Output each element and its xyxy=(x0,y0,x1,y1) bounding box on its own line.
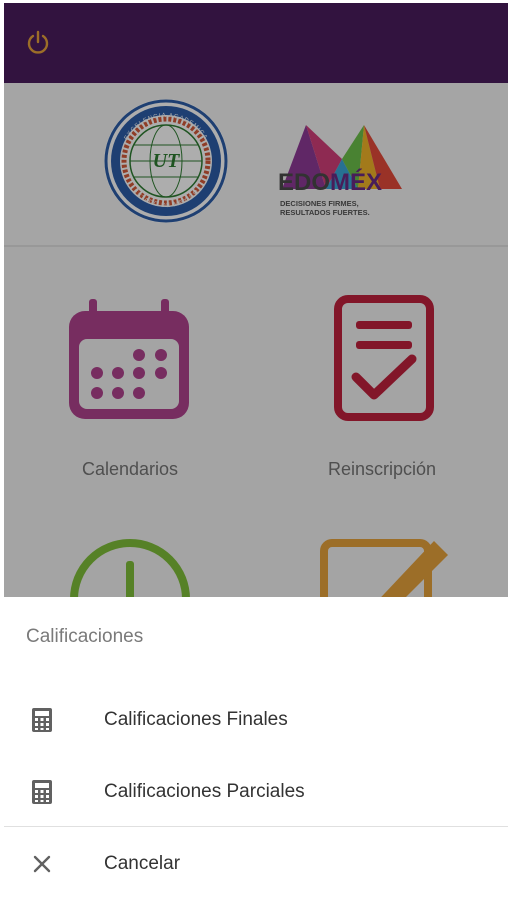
calculator-icon xyxy=(32,780,52,804)
calculator-icon xyxy=(32,708,52,732)
sheet-divider xyxy=(4,826,508,827)
cancel-button[interactable]: Cancelar xyxy=(4,831,508,897)
cancel-label: Cancelar xyxy=(104,853,181,874)
sheet-item-label: Calificaciones Finales xyxy=(104,709,288,730)
sheet-item-calificaciones-finales[interactable]: Calificaciones Finales xyxy=(4,687,508,753)
bottom-sheet: Calificaciones Calificaciones Finales Ca… xyxy=(4,597,508,899)
scrim-overlay[interactable] xyxy=(4,3,508,597)
app-screen: UT EXCELENCIA ACADEMICA ESTADO DE MEXICO… xyxy=(4,3,508,899)
sheet-item-calificaciones-parciales[interactable]: Calificaciones Parciales xyxy=(4,759,508,825)
sheet-title: Calificaciones xyxy=(26,626,144,647)
close-icon xyxy=(33,855,51,873)
sheet-item-label: Calificaciones Parciales xyxy=(104,781,305,802)
